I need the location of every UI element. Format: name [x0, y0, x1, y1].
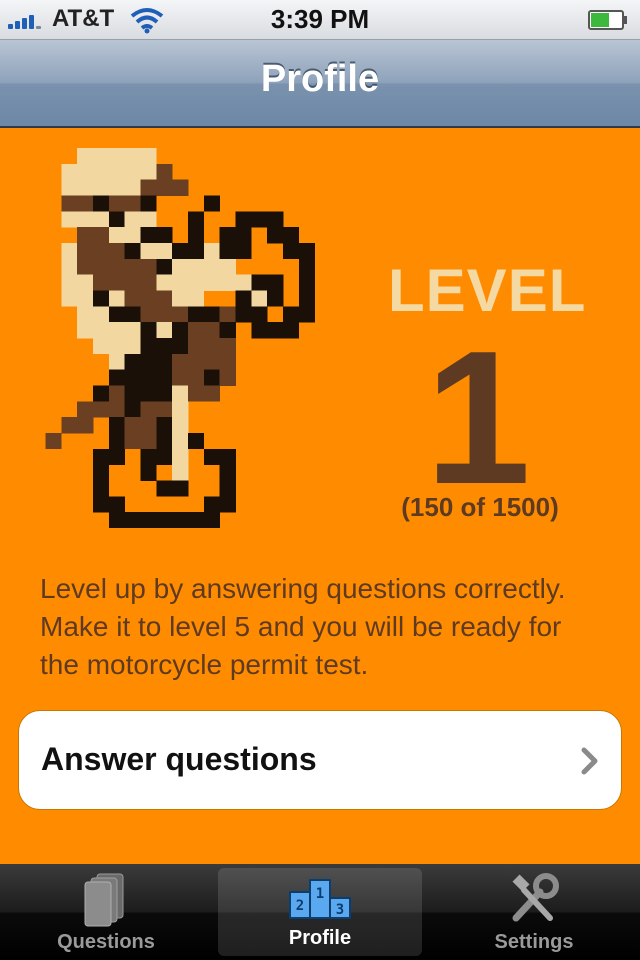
tab-settings[interactable]: Settings	[432, 864, 636, 960]
level-description: Level up by answering questions correctl…	[40, 573, 566, 680]
profile-content: LEVEL 1 (150 of 1500) Level up by answer…	[0, 128, 640, 864]
navigation-bar: Profile	[0, 40, 640, 128]
chevron-right-icon	[581, 747, 598, 775]
motorcycle-rider-illustration	[45, 148, 315, 528]
tools-icon	[512, 873, 559, 922]
svg-text:2: 2	[296, 898, 304, 914]
svg-text:1: 1	[316, 886, 324, 902]
podium-icon: 1 2 3	[289, 879, 351, 919]
tab-settings-label: Settings	[494, 931, 574, 953]
answer-questions-button[interactable]: Answer questions	[18, 710, 622, 810]
cards-icon	[84, 873, 124, 927]
svg-text:3: 3	[336, 902, 344, 918]
level-number: 1	[425, 312, 531, 524]
level-progress: (150 of 1500)	[401, 492, 559, 522]
tab-profile[interactable]: 1 2 3 Profile	[218, 868, 422, 956]
answer-questions-label: Answer questions	[41, 741, 317, 777]
tab-profile-label: Profile	[288, 927, 352, 949]
tab-questions[interactable]: Questions	[4, 864, 208, 960]
status-bar: AT&T 3:39 PM	[0, 0, 640, 40]
page-title: Profile	[260, 58, 380, 100]
battery-icon	[588, 10, 627, 30]
clock: 3:39 PM	[270, 4, 370, 34]
tab-questions-label: Questions	[57, 931, 155, 953]
tab-bar: Questions 1 2 3 Profile Settings	[0, 864, 640, 960]
